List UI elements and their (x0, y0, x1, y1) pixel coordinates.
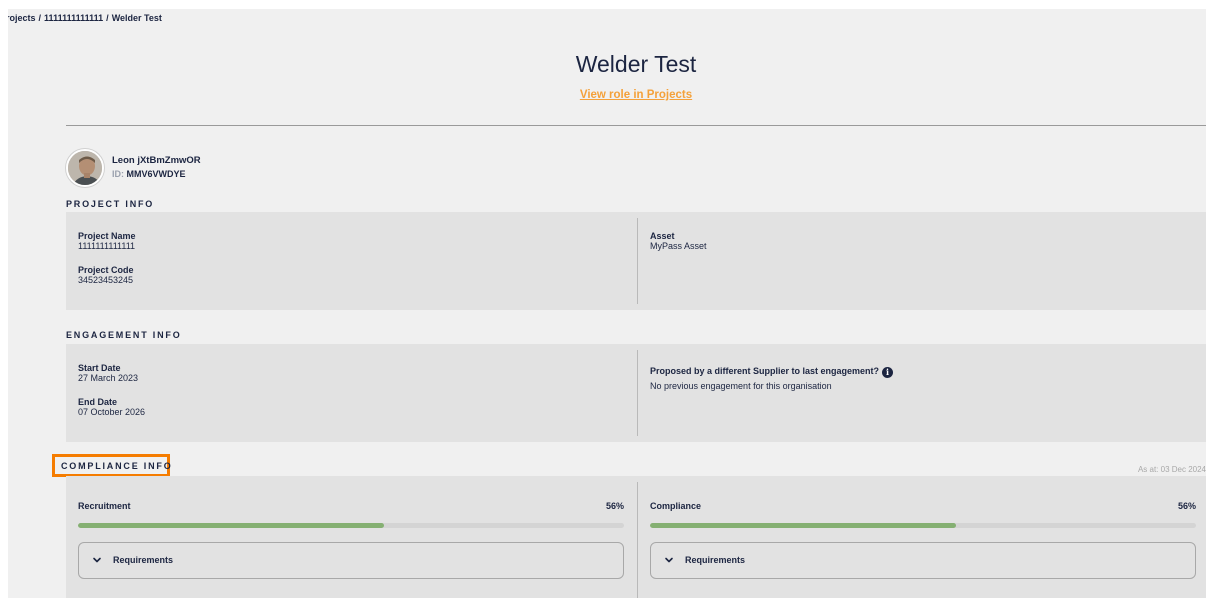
compliance-requirements-toggle[interactable]: Requirements (650, 542, 1196, 579)
project-info-panel: Project Name 1111111111111 Project Code … (66, 212, 1206, 310)
compliance-progress-fill (650, 523, 956, 528)
asset-value: MyPass Asset (650, 241, 707, 251)
recruitment-requirements-toggle[interactable]: Requirements (78, 542, 624, 579)
end-date-label: End Date (78, 397, 118, 407)
info-icon[interactable]: i (882, 367, 894, 378)
project-name-label: Project Name (78, 231, 136, 241)
compliance-percent: 56% (1177, 501, 1196, 511)
worker-name: Leon jXtBmZmwOR (112, 155, 201, 166)
compliance-label: Compliance (650, 501, 702, 511)
panel-divider (637, 218, 638, 304)
recruitment-label: Recruitment (78, 501, 131, 511)
worker-id: ID: MMV6VWDYE (112, 169, 186, 179)
breadcrumb-current: Welder Test (111, 13, 162, 23)
asset-label: Asset (650, 231, 675, 241)
breadcrumb-project[interactable]: 1111111111111 (44, 13, 103, 23)
compliance-progress-bar (650, 523, 1196, 528)
breadcrumb-separator: / (38, 13, 42, 23)
project-code-label: Project Code (78, 265, 134, 275)
avatar (66, 149, 104, 187)
project-name-value: 1111111111111 (78, 241, 136, 251)
header-divider (66, 125, 1206, 126)
proposed-supplier-value: No previous engagement for this organisa… (650, 381, 832, 391)
compliance-info-panel: Recruitment 56% Requirements Compliance … (66, 476, 1206, 598)
proposed-supplier-question: Proposed by a different Supplier to last… (650, 366, 894, 378)
panel-divider (637, 350, 638, 436)
breadcrumb-separator: / (106, 13, 109, 23)
recruitment-percent: 56% (605, 501, 624, 511)
app-root: Projects/1111111111111/Welder Test Welde… (0, 0, 1206, 598)
panel-divider (637, 482, 638, 598)
engagement-info-panel: Start Date 27 March 2023 End Date 07 Oct… (66, 344, 1206, 442)
start-date-label: Start Date (78, 363, 121, 373)
worker-id-value: MMV6VWDYE (126, 169, 186, 179)
chevron-down-icon (93, 557, 101, 563)
engagement-info-title: ENGAGEMENT INFO (66, 330, 182, 340)
recruitment-progress-bar (78, 523, 624, 528)
recruitment-progress-fill (78, 523, 384, 528)
proposed-supplier-label: Proposed by a different Supplier to last… (650, 366, 880, 376)
worker-id-label: ID: (112, 169, 124, 179)
page-title: Welder Test (575, 51, 697, 77)
recruitment-requirements-label: Requirements (113, 555, 174, 565)
end-date-value: 07 October 2026 (78, 407, 146, 417)
start-date-value: 27 March 2023 (78, 373, 139, 383)
compliance-requirements-label: Requirements (685, 555, 746, 565)
as-at-date: As at: 03 Dec 2024 (1137, 465, 1206, 474)
page-content: Projects/1111111111111/Welder Test Welde… (8, 9, 1206, 598)
project-code-value: 34523453245 (78, 275, 134, 285)
chevron-down-icon (665, 557, 673, 563)
avatar-photo (68, 151, 102, 185)
project-info-title: PROJECT INFO (66, 199, 155, 209)
view-role-link[interactable]: View role in Projects (8, 89, 1206, 101)
breadcrumb-projects[interactable]: Projects (8, 13, 36, 23)
breadcrumb: Projects/1111111111111/Welder Test (8, 13, 162, 23)
